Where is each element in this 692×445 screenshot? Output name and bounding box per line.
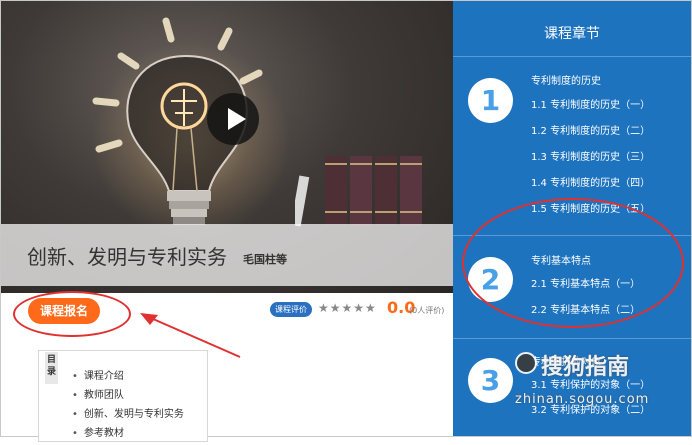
toc-item[interactable]: 教师团队	[72, 388, 184, 407]
toc-tab: 目录	[45, 352, 58, 384]
sidebar-title: 课程章节	[544, 26, 600, 42]
rating-count: (0人评价)	[409, 306, 445, 315]
chapter-title[interactable]: 专利制度的历史	[531, 72, 601, 87]
books-illustration	[295, 156, 422, 227]
toc-item[interactable]: 课程介绍	[72, 369, 184, 388]
play-icon[interactable]	[207, 93, 259, 145]
divider	[453, 338, 691, 339]
toc-item[interactable]: 参考教材	[72, 426, 184, 445]
watermark-url: zhinan.sogou.com	[515, 392, 650, 407]
rating-stars: ★★★★★	[318, 301, 377, 315]
toc-list: 课程介绍 教师团队 创新、发明与专利实务 参考教材	[72, 369, 184, 445]
watermark-text: 搜狗指南	[541, 355, 630, 380]
chapter-number-badge: 3	[468, 358, 513, 403]
chapter-item[interactable]: 1.4 专利制度的历史（四）	[531, 174, 650, 189]
chapter-item[interactable]: 1.2 专利制度的历史（二）	[531, 122, 650, 137]
chapter-item[interactable]: 1.3 专利制度的历史（三）	[531, 148, 650, 163]
course-title: 创新、发明与专利实务	[27, 245, 227, 269]
course-author: 毛国柱等	[243, 253, 287, 266]
enroll-button[interactable]: 课程报名	[28, 298, 100, 324]
divider	[453, 56, 691, 57]
toc-item[interactable]: 创新、发明与专利实务	[72, 407, 184, 426]
rating-badge: 课程评价	[270, 302, 312, 317]
chapter-number-badge: 1	[468, 78, 513, 123]
highlight-ring-chapter-2	[462, 198, 684, 328]
chapter-item[interactable]: 1.1 专利制度的历史（一）	[531, 96, 650, 111]
sogou-logo-icon	[515, 352, 537, 374]
